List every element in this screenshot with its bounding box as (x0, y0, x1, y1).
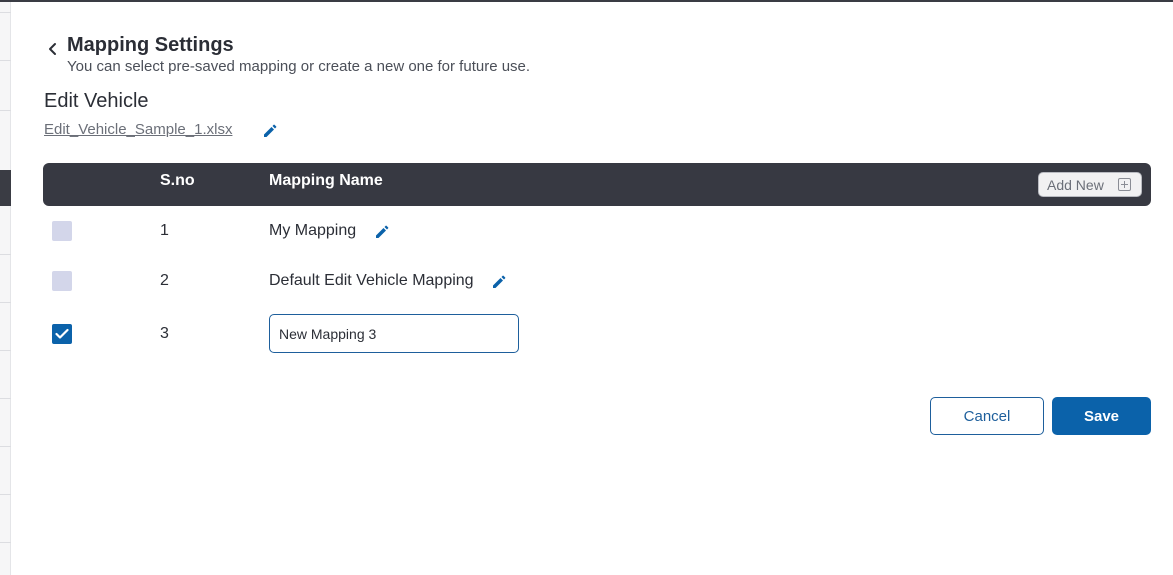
cancel-button[interactable]: Cancel (930, 397, 1044, 435)
row-sno: 3 (160, 325, 169, 342)
row-edit-button[interactable] (374, 224, 390, 240)
page-subtitle: You can select pre-saved mapping or crea… (67, 58, 531, 75)
row-mapping-name: Default Edit Vehicle Mapping (269, 272, 474, 289)
row-edit-button[interactable] (491, 274, 507, 290)
backdrop-row-line (0, 446, 11, 447)
backdrop-row-line (0, 494, 11, 495)
file-name-link[interactable]: Edit_Vehicle_Sample_1.xlsx (44, 121, 232, 138)
pencil-icon (376, 225, 389, 238)
mapping-settings-panel: Mapping Settings You can select pre-save… (12, 2, 1173, 575)
backdrop-row-line (0, 398, 11, 399)
pencil-icon (264, 124, 277, 137)
plus-square-icon (1118, 178, 1131, 191)
table-row: 3 (43, 314, 1151, 354)
page-title: Mapping Settings (67, 34, 234, 56)
add-new-button[interactable]: Add New (1038, 172, 1142, 197)
row-checkbox[interactable] (52, 221, 72, 241)
row-checkbox[interactable] (52, 271, 72, 291)
mapping-name-input[interactable] (269, 314, 519, 353)
column-header-sno: S.no (160, 172, 195, 189)
row-sno: 2 (160, 272, 169, 289)
section-title: Edit Vehicle (44, 90, 149, 112)
add-new-label: Add New (1047, 176, 1104, 193)
file-edit-button[interactable] (262, 123, 278, 139)
row-checkbox-checked[interactable] (52, 324, 72, 344)
column-header-mapping-name: Mapping Name (269, 172, 383, 189)
chevron-left-icon (49, 43, 56, 55)
table-row: 1 My Mapping (43, 212, 1151, 252)
backdrop-row-line (0, 254, 11, 255)
backdrop-header-strip (0, 170, 11, 206)
backdrop-row-line (0, 350, 11, 351)
check-icon (55, 328, 69, 339)
table-row: 2 Default Edit Vehicle Mapping (43, 262, 1151, 302)
backdrop-row-line (0, 60, 11, 61)
row-mapping-name: My Mapping (269, 222, 357, 239)
table-header: S.no Mapping Name Add New (43, 163, 1151, 206)
row-sno: 1 (160, 222, 169, 239)
background-app-edge (0, 2, 11, 575)
backdrop-row-line (0, 302, 11, 303)
save-button[interactable]: Save (1052, 397, 1151, 435)
backdrop-row-line (0, 542, 11, 543)
pencil-icon (493, 275, 506, 288)
backdrop-row-line (0, 110, 11, 111)
back-button[interactable] (46, 40, 60, 58)
backdrop-row-line (0, 12, 11, 13)
